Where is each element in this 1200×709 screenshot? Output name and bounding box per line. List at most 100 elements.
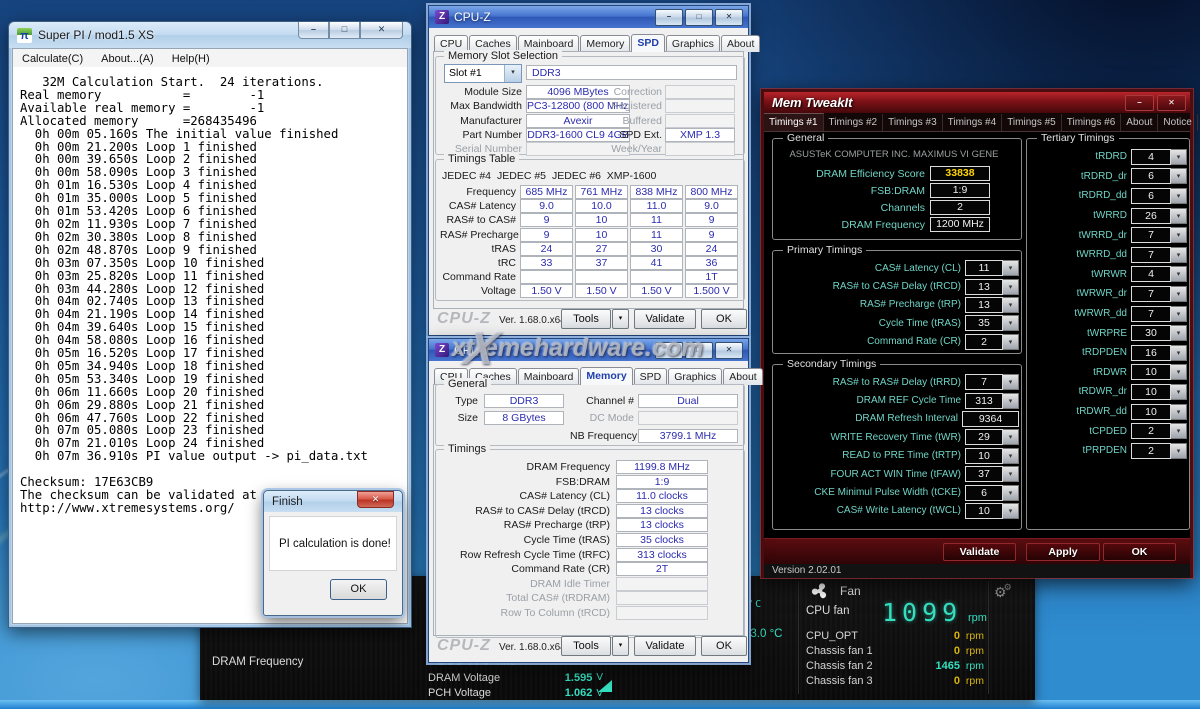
validate-button[interactable]: Validate — [634, 636, 696, 656]
timing-value-dropdown[interactable]: 2 — [1131, 443, 1171, 459]
minimize-button[interactable] — [1125, 95, 1154, 111]
chevron-down-icon[interactable] — [1171, 364, 1187, 380]
cpuz-tab[interactable]: About — [723, 368, 762, 385]
menu-item[interactable]: Help(H) — [163, 53, 219, 65]
ok-button[interactable]: OK — [701, 309, 747, 329]
memtweakit-titlebar[interactable]: Mem TweakIt — [764, 92, 1190, 113]
maximize-button[interactable] — [685, 342, 713, 359]
cpuz-tab[interactable]: About — [721, 35, 760, 52]
chevron-down-icon[interactable] — [1003, 279, 1019, 295]
timing-value-dropdown[interactable]: 26 — [1131, 208, 1171, 224]
cpuz-tab[interactable]: Graphics — [668, 368, 722, 385]
timing-value-dropdown[interactable]: 7 — [1131, 227, 1171, 243]
timing-value-dropdown[interactable]: 35 — [965, 315, 1003, 331]
timing-value-dropdown[interactable]: 10 — [965, 448, 1003, 464]
memtweakit-tab[interactable]: Timings #2 — [824, 114, 884, 131]
chevron-down-icon[interactable] — [1003, 334, 1019, 350]
chevron-down-icon[interactable] — [1171, 443, 1187, 459]
maximize-button[interactable] — [685, 9, 713, 26]
timing-value-dropdown[interactable]: 7 — [1131, 247, 1171, 263]
cpuz-tab[interactable]: Graphics — [666, 35, 720, 52]
cpuz-tab[interactable]: Memory — [580, 35, 630, 52]
chevron-down-icon[interactable] — [1171, 168, 1187, 184]
memtweakit-tab[interactable]: Timings #4 — [943, 114, 1003, 131]
timing-value-dropdown[interactable]: 13 — [965, 297, 1003, 313]
cpuz-tab[interactable]: SPD — [631, 34, 665, 52]
timing-value-dropdown[interactable]: 37 — [965, 466, 1003, 482]
ok-button[interactable]: OK — [1103, 543, 1176, 561]
close-button[interactable] — [1157, 95, 1186, 111]
chevron-down-icon[interactable] — [1171, 423, 1187, 439]
apply-button[interactable]: Apply — [1026, 543, 1100, 561]
chevron-down-icon[interactable] — [1171, 345, 1187, 361]
superpi-titlebar[interactable]: π Super PI / mod1.5 XS — [9, 22, 411, 48]
timing-value-dropdown[interactable]: 13 — [965, 279, 1003, 295]
timing-value-dropdown[interactable]: 7 — [1131, 306, 1171, 322]
chevron-down-icon[interactable] — [1171, 247, 1187, 263]
cpuz-tab[interactable]: Memory — [580, 367, 632, 385]
close-button[interactable] — [360, 22, 403, 39]
slot-select-dropdown[interactable]: Slot #1 — [444, 64, 522, 83]
timing-value-dropdown[interactable]: 7 — [965, 374, 1003, 390]
timing-value-dropdown[interactable]: 10 — [1131, 364, 1171, 380]
timing-value-dropdown[interactable]: 16 — [1131, 345, 1171, 361]
chevron-down-icon[interactable] — [1171, 266, 1187, 282]
close-button[interactable] — [715, 9, 743, 26]
tools-dropdown-button[interactable] — [612, 309, 629, 329]
tools-dropdown-button[interactable] — [612, 636, 629, 656]
timing-value-dropdown[interactable]: 7 — [1131, 286, 1171, 302]
timing-value-dropdown[interactable]: 30 — [1131, 325, 1171, 341]
chevron-down-icon[interactable] — [1003, 503, 1019, 519]
memtweakit-tab[interactable]: About — [1121, 114, 1158, 131]
timing-value-dropdown[interactable]: 10 — [1131, 384, 1171, 400]
chevron-down-icon[interactable] — [1171, 227, 1187, 243]
chevron-down-icon[interactable] — [1171, 286, 1187, 302]
settings-gear-icon[interactable]: ⚙⚙ — [994, 582, 1012, 601]
ok-button[interactable]: OK — [701, 636, 747, 656]
chevron-down-icon[interactable] — [1003, 315, 1019, 331]
chevron-down-icon[interactable] — [1171, 188, 1187, 204]
chevron-down-icon[interactable] — [1003, 297, 1019, 313]
chevron-down-icon[interactable] — [1003, 429, 1019, 445]
cpuz-tab[interactable]: SPD — [634, 368, 668, 385]
timing-value-dropdown[interactable]: 4 — [1131, 149, 1171, 165]
timing-value-dropdown[interactable]: 9364 — [962, 411, 1019, 427]
chevron-down-icon[interactable] — [1003, 374, 1019, 390]
cpuz-tab[interactable]: Mainboard — [518, 368, 580, 385]
memtweakit-tab[interactable]: Notice — [1158, 114, 1197, 131]
timing-value-dropdown[interactable]: 29 — [965, 429, 1003, 445]
minimize-button[interactable] — [655, 342, 683, 359]
chevron-down-icon[interactable] — [1003, 448, 1019, 464]
chevron-down-icon[interactable] — [1171, 325, 1187, 341]
timing-value-dropdown[interactable]: 6 — [1131, 188, 1171, 204]
tools-button[interactable]: Tools — [561, 309, 611, 329]
close-button[interactable] — [715, 342, 743, 359]
chevron-down-icon[interactable] — [1171, 149, 1187, 165]
cpuz-titlebar[interactable]: Z CPU-Z — [429, 339, 748, 361]
menu-item[interactable]: Calculate(C) — [13, 53, 92, 65]
chevron-down-icon[interactable] — [1003, 485, 1019, 501]
ok-button[interactable]: OK — [330, 579, 387, 600]
timing-value-dropdown[interactable]: 6 — [965, 485, 1003, 501]
chevron-down-icon[interactable] — [1003, 466, 1019, 482]
memtweakit-tab[interactable]: Timings #1 — [764, 113, 824, 131]
chevron-down-icon[interactable] — [1171, 384, 1187, 400]
timing-value-dropdown[interactable]: 2 — [965, 334, 1003, 350]
chevron-down-icon[interactable] — [1171, 208, 1187, 224]
minimize-button[interactable] — [655, 9, 683, 26]
maximize-button[interactable] — [329, 22, 360, 39]
chevron-down-icon[interactable] — [1171, 404, 1187, 420]
memtweakit-tab[interactable]: Timings #3 — [883, 114, 943, 131]
timing-value-dropdown[interactable]: 2 — [1131, 423, 1171, 439]
chevron-down-icon[interactable] — [1003, 393, 1019, 409]
close-button[interactable] — [357, 491, 394, 508]
timing-value-dropdown[interactable]: 4 — [1131, 266, 1171, 282]
timing-value-dropdown[interactable]: 10 — [1131, 404, 1171, 420]
chevron-down-icon[interactable] — [1171, 306, 1187, 322]
memtweakit-tab[interactable]: Timings #6 — [1062, 114, 1122, 131]
menu-item[interactable]: About...(A) — [92, 53, 163, 65]
validate-button[interactable]: Validate — [634, 309, 696, 329]
timing-value-dropdown[interactable]: 313 — [965, 393, 1003, 409]
validate-button[interactable]: Validate — [943, 543, 1016, 561]
minimize-button[interactable] — [298, 22, 329, 39]
